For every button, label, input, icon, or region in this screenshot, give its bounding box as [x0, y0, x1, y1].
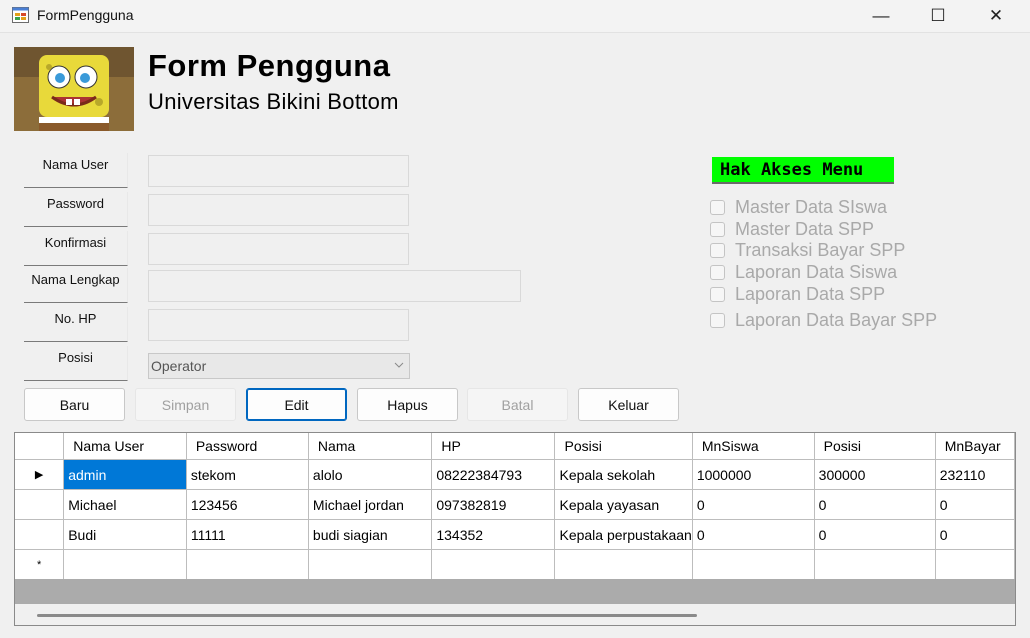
- checkbox-label: Master Data SIswa: [735, 197, 888, 217]
- column-header[interactable]: HP: [431, 433, 556, 460]
- checkbox-label: Transaksi Bayar SPP: [735, 240, 906, 260]
- table-cell[interactable]: 134352: [431, 519, 556, 550]
- column-header[interactable]: MnBayar: [935, 433, 1015, 460]
- table-row[interactable]: ▶ admin stekom alolo 08222384793 Kepala …: [15, 459, 1015, 490]
- table-cell[interactable]: [308, 549, 433, 580]
- table-cell[interactable]: [935, 549, 1015, 580]
- row-header[interactable]: [15, 519, 65, 550]
- batal-button[interactable]: Batal: [467, 388, 568, 421]
- column-header[interactable]: Password: [186, 433, 309, 460]
- table-cell[interactable]: 0: [814, 519, 936, 550]
- posisi-selected-value: Operator: [151, 358, 207, 374]
- table-cell[interactable]: 232110: [935, 459, 1015, 490]
- form-title: Form Pengguna: [148, 48, 391, 83]
- close-button[interactable]: ✕: [967, 0, 1025, 32]
- scrollbar-thumb[interactable]: [37, 614, 697, 617]
- checkbox-box[interactable]: [710, 222, 725, 237]
- label-password: Password: [24, 192, 128, 227]
- table-cell[interactable]: 1000000: [692, 459, 815, 490]
- title-bar: FormPengguna — ☐ ✕: [0, 0, 1030, 33]
- users-data-grid[interactable]: Nama User Password Nama HP Posisi MnSisw…: [14, 432, 1016, 626]
- checkbox-box[interactable]: [710, 200, 725, 215]
- table-cell[interactable]: 0: [814, 489, 936, 520]
- nama-user-input[interactable]: [148, 155, 409, 187]
- table-cell[interactable]: Kepala yayasan: [554, 489, 693, 520]
- table-cell[interactable]: Kepala perpustakaan: [554, 519, 693, 550]
- checkbox-label: Laporan Data Siswa: [735, 262, 898, 282]
- table-cell[interactable]: [554, 549, 693, 580]
- form-subtitle: Universitas Bikini Bottom: [148, 89, 399, 114]
- header-photo: [14, 47, 134, 131]
- horizontal-scrollbar[interactable]: [15, 604, 1015, 625]
- table-cell[interactable]: [63, 549, 187, 580]
- checkbox-box[interactable]: [710, 243, 725, 258]
- table-cell[interactable]: alolo: [308, 459, 433, 490]
- label-nama-user: Nama User: [24, 153, 128, 188]
- posisi-dropdown[interactable]: Operator: [148, 353, 410, 379]
- window-title: FormPengguna: [37, 7, 134, 23]
- column-header[interactable]: Posisi: [554, 433, 693, 460]
- row-header[interactable]: [15, 489, 65, 520]
- edit-button[interactable]: Edit: [246, 388, 347, 421]
- table-cell[interactable]: 300000: [814, 459, 936, 490]
- table-row[interactable]: Budi 11111 budi siagian 134352 Kepala pe…: [15, 519, 1015, 550]
- grid-header-row: Nama User Password Nama HP Posisi MnSisw…: [15, 433, 1015, 460]
- label-no-hp: No. HP: [24, 307, 128, 342]
- simpan-button[interactable]: Simpan: [135, 388, 236, 421]
- current-row-indicator-icon[interactable]: ▶: [15, 459, 65, 490]
- new-row[interactable]: *: [15, 549, 1015, 580]
- no-hp-input[interactable]: [148, 309, 409, 341]
- checkbox-label: Laporan Data SPP: [735, 284, 886, 304]
- baru-button[interactable]: Baru: [24, 388, 125, 421]
- users-table: Nama User Password Nama HP Posisi MnSisw…: [15, 433, 1015, 580]
- table-cell[interactable]: 11111: [186, 519, 309, 550]
- checkbox-box[interactable]: [710, 265, 725, 280]
- new-row-indicator-icon[interactable]: *: [15, 549, 65, 580]
- column-header[interactable]: Nama: [308, 433, 433, 460]
- table-cell[interactable]: admin: [63, 459, 187, 490]
- nama-lengkap-input[interactable]: [148, 270, 521, 302]
- table-cell[interactable]: [814, 549, 936, 580]
- minimize-button[interactable]: —: [852, 0, 910, 32]
- table-cell[interactable]: 08222384793: [431, 459, 556, 490]
- table-cell[interactable]: budi siagian: [308, 519, 433, 550]
- keluar-button[interactable]: Keluar: [578, 388, 679, 421]
- table-cell[interactable]: [692, 549, 815, 580]
- grid-empty-area: [15, 579, 1015, 604]
- column-header[interactable]: Nama User: [63, 433, 187, 460]
- table-cell[interactable]: Michael jordan: [308, 489, 433, 520]
- table-cell[interactable]: Budi: [63, 519, 187, 550]
- hak-akses-title: Hak Akses Menu: [712, 157, 894, 184]
- table-cell[interactable]: 0: [692, 519, 815, 550]
- checkbox-box[interactable]: [710, 287, 725, 302]
- column-header[interactable]: MnSiswa: [692, 433, 815, 460]
- table-cell[interactable]: [431, 549, 556, 580]
- label-nama-lengkap: Nama Lengkap: [24, 268, 128, 303]
- table-cell[interactable]: Kepala sekolah: [554, 459, 693, 490]
- table-cell[interactable]: 0: [935, 489, 1015, 520]
- label-konfirmasi: Konfirmasi: [24, 231, 128, 266]
- app-form-icon: [12, 7, 29, 23]
- label-posisi: Posisi: [24, 346, 128, 381]
- table-cell[interactable]: 0: [935, 519, 1015, 550]
- table-cell[interactable]: stekom: [186, 459, 309, 490]
- hapus-button[interactable]: Hapus: [357, 388, 458, 421]
- maximize-button[interactable]: ☐: [909, 0, 967, 32]
- table-cell[interactable]: 097382819: [431, 489, 556, 520]
- checkbox-label: Master Data SPP: [735, 219, 875, 239]
- row-header-corner: [15, 433, 65, 460]
- checkbox-box[interactable]: [710, 313, 725, 328]
- table-cell[interactable]: 123456: [186, 489, 309, 520]
- table-cell[interactable]: 0: [692, 489, 815, 520]
- checkbox-label: Laporan Data Bayar SPP: [735, 310, 938, 330]
- table-cell[interactable]: Michael: [63, 489, 187, 520]
- password-input[interactable]: [148, 194, 409, 226]
- table-row[interactable]: Michael 123456 Michael jordan 097382819 …: [15, 489, 1015, 520]
- column-header[interactable]: Posisi: [814, 433, 936, 460]
- chevron-down-icon[interactable]: [389, 354, 409, 378]
- konfirmasi-input[interactable]: [148, 233, 409, 265]
- table-cell[interactable]: [186, 549, 309, 580]
